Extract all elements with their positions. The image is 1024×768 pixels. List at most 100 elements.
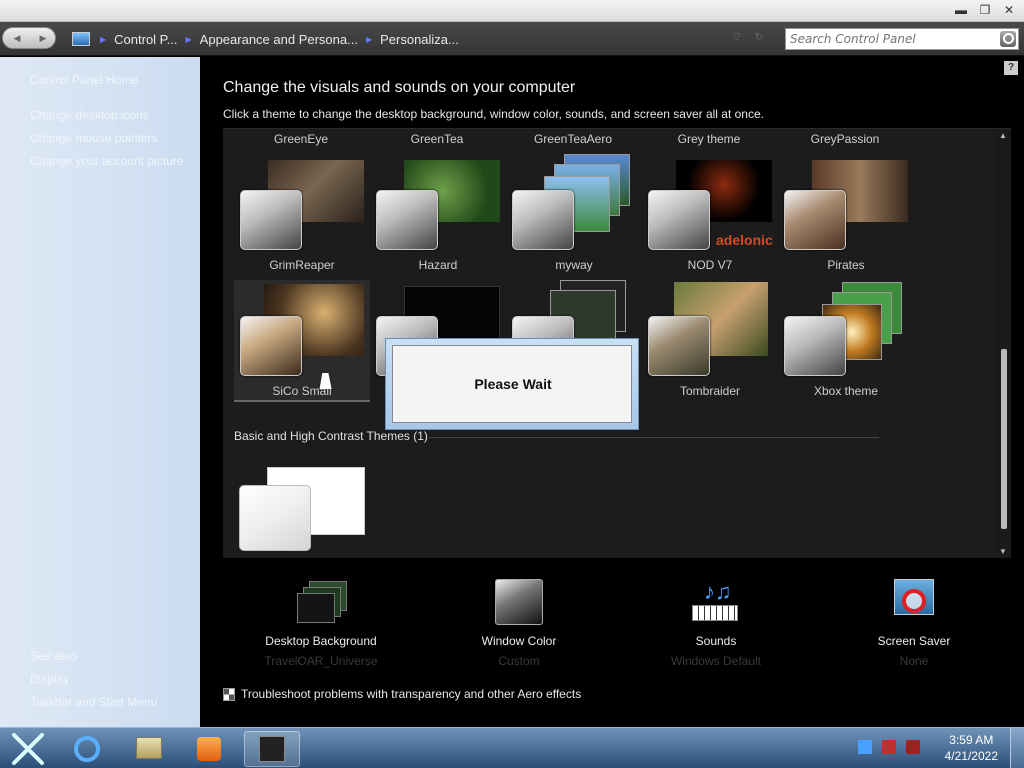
search-input[interactable] [786,29,996,49]
close-button[interactable]: ✕ [998,2,1020,18]
theme-label[interactable]: GreyPassion [780,132,910,146]
page-subtitle: Click a theme to change the desktop back… [223,107,764,121]
media-player-icon [197,737,221,761]
nav-buttons: ◀ ▶ [2,27,56,49]
back-button[interactable]: ◀ [4,28,30,48]
tool-value: Windows Default [670,654,762,668]
theme-pirates[interactable]: Pirates [778,154,914,276]
control-panel-icon [259,736,285,762]
taskbar-media-player[interactable] [181,731,237,767]
link-change-mouse-pointers[interactable]: Change mouse pointers [30,131,157,145]
forward-button[interactable]: ▶ [30,28,56,48]
network-icon[interactable] [858,740,872,754]
theme-label: NOD V7 [687,258,733,272]
clock-date: 4/21/2022 [944,749,998,763]
tool-value: TravelOAR_Universe [264,654,378,668]
window-color-icon [493,579,545,627]
troubleshoot-label: Troubleshoot problems with transparency … [241,687,582,701]
theme-tombraider[interactable]: Tombraider [642,280,778,402]
window-color-swatch [648,316,710,376]
maximize-button[interactable]: ❐ [974,2,996,18]
link-display[interactable]: Display [30,672,69,686]
troubleshoot-link[interactable]: Troubleshoot problems with transparency … [223,687,581,701]
theme-myway[interactable]: myway [506,154,642,276]
dialog-message: Please Wait [474,376,552,392]
gallery-scrollbar[interactable]: ▲ ▼ [997,129,1011,558]
clock[interactable]: 3:59 AM 4/21/2022 [945,732,998,764]
window-color-swatch [240,190,302,250]
theme-label[interactable]: GreenEye [236,132,366,146]
section-divider [429,437,879,438]
dialog-body: Please Wait [392,345,632,423]
tool-value: Custom [498,654,540,668]
scroll-down-icon[interactable]: ▼ [999,547,1007,556]
internet-explorer-icon [74,736,100,762]
search-box [785,28,1019,50]
desktop-background-icon [295,579,347,627]
taskbar-control-panel[interactable] [244,731,300,767]
chevron-right-icon[interactable]: ▶ [100,35,106,44]
window-color-swatch [784,316,846,376]
window-color-swatch [648,190,710,250]
tool-label: Screen Saver [877,634,951,648]
minimize-button[interactable]: ▬ [950,2,972,18]
show-desktop-button[interactable] [1010,728,1024,768]
theme-label[interactable]: Grey theme [644,132,774,146]
start-button[interactable] [0,731,56,767]
basic-themes-heading: Basic and High Contrast Themes (1) [234,429,428,443]
theme-nod-v7[interactable]: adelonic NOD V7 [642,154,778,276]
scrollbar-thumb[interactable] [1001,349,1007,529]
clock-time: 3:59 AM [949,733,994,747]
tool-label: Sounds [695,634,737,648]
window-color-swatch [376,190,438,250]
chevron-right-icon[interactable]: ▶ [366,35,372,44]
link-control-panel-home[interactable]: Control Panel Home [30,73,138,87]
theme-grimreaper[interactable]: GrimReaper [234,154,370,276]
theme-label[interactable]: GreenTea [372,132,502,146]
theme-sico-small[interactable]: SiCo Small [234,280,370,402]
address-tools: ▽ ↻ [733,32,763,43]
volume-muted-icon[interactable] [906,740,920,754]
theme-label: Hazard [418,258,458,272]
title-bar: ▬ ❐ ✕ [0,0,1024,22]
theme-label: SiCo Small [272,384,332,398]
action-center-icon[interactable] [882,740,896,754]
tool-label: Window Color [481,634,557,648]
refresh-icon[interactable]: ↻ [755,32,763,43]
theme-hazard[interactable]: Hazard [370,154,506,276]
breadcrumb-control-panel[interactable]: Control P... [114,32,177,47]
link-change-account-picture[interactable]: Change your account picture [30,154,183,168]
help-icon[interactable]: ? [1004,61,1018,75]
breadcrumb-personalization[interactable]: Personaliza... [380,32,459,47]
window-color-swatch [784,190,846,250]
link-taskbar-start-menu[interactable]: Taskbar and Start Menu [30,695,157,709]
screen-saver-icon [888,579,940,627]
folder-icon [136,737,162,759]
address-bar: ◀ ▶ ▶ Control P... ▶ Appearance and Pers… [0,22,1024,56]
theme-label: Tombraider [679,384,741,398]
theme-label: Xbox theme [813,384,879,398]
system-tray [858,740,920,754]
see-also-heading: See also [30,649,77,663]
link-change-desktop-icons[interactable]: Change desktop icons [30,108,149,122]
taskbar-internet-explorer[interactable] [60,731,116,767]
chevron-right-icon[interactable]: ▶ [186,35,192,44]
scroll-up-icon[interactable]: ▲ [999,131,1007,140]
control-panel-icon [72,32,90,46]
search-icon[interactable] [1000,31,1016,47]
window-color-swatch [240,316,302,376]
nod-overlay-text: adelonic [716,232,773,248]
window-color-swatch [512,190,574,250]
breadcrumb-appearance[interactable]: Appearance and Persona... [200,32,358,47]
left-pane: Control Panel Home Change desktop icons … [0,57,200,727]
address-dropdown-icon[interactable]: ▽ [733,32,741,43]
theme-label[interactable]: GreenTeaAero [508,132,638,146]
theme-label: GrimReaper [269,258,335,272]
tool-label: Desktop Background [265,634,377,648]
tool-value: None [899,654,929,668]
taskbar: 3:59 AM 4/21/2022 [0,727,1024,768]
theme-xbox[interactable]: Xbox theme [778,280,914,402]
shield-icon [223,687,235,701]
taskbar-explorer[interactable] [121,731,177,767]
page-title: Change the visuals and sounds on your co… [223,79,576,96]
